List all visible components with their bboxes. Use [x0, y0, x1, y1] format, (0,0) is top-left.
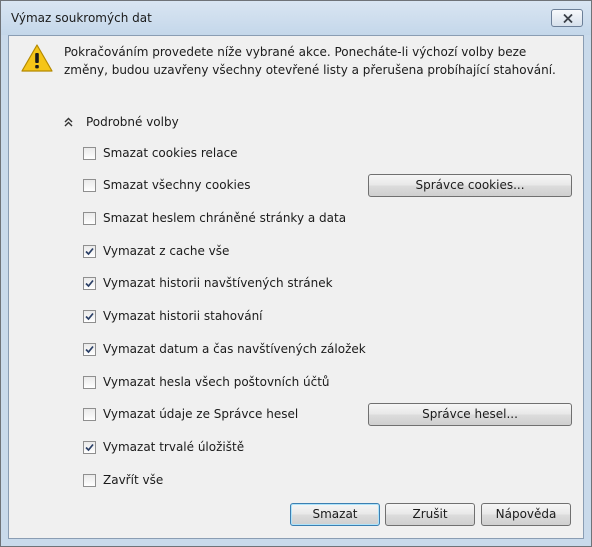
option-label: Vymazat hesla všech poštovních účtů — [103, 375, 330, 389]
option-label: Vymazat trvalé úložiště — [103, 440, 245, 454]
option-row[interactable]: Vymazat historii stahování — [83, 308, 263, 324]
option-row[interactable]: Zavřít vše — [83, 472, 163, 488]
option-checkbox[interactable] — [83, 375, 96, 389]
option-row[interactable]: Smazat všechny cookies — [83, 177, 251, 193]
checkmark-icon — [85, 345, 94, 353]
option-label: Vymazat údaje ze Správce hesel — [103, 407, 299, 421]
option-checkbox[interactable] — [83, 440, 96, 454]
help-button[interactable]: Nápověda — [481, 503, 571, 526]
password-manager-button[interactable]: Správce hesel... — [368, 403, 572, 426]
option-label: Smazat heslem chráněné stránky a data — [103, 211, 347, 225]
option-checkbox[interactable] — [83, 342, 96, 356]
checkmark-icon — [85, 279, 94, 287]
details-toggle[interactable]: Podrobné volby — [64, 115, 179, 129]
close-icon — [563, 14, 573, 23]
checkmark-icon — [85, 312, 94, 320]
dialog-window: Výmaz soukromých dat Pokračováním proved… — [0, 0, 592, 547]
option-row[interactable]: Vymazat historii navštívených stránek — [83, 275, 333, 291]
warning-icon — [21, 44, 53, 72]
option-label: Vymazat historii stahování — [103, 309, 263, 323]
title-bar[interactable]: Výmaz soukromých dat — [1, 1, 591, 35]
option-checkbox[interactable] — [83, 244, 96, 258]
option-row[interactable]: Vymazat údaje ze Správce hesel — [83, 406, 298, 422]
option-checkbox[interactable] — [83, 146, 96, 160]
option-label: Smazat všechny cookies — [103, 178, 251, 192]
checkmark-icon — [85, 443, 94, 451]
option-label: Zavřít vše — [103, 473, 164, 487]
option-row[interactable]: Vymazat datum a čas navštívených záložek — [83, 341, 366, 357]
option-checkbox[interactable] — [83, 276, 96, 290]
option-row[interactable]: Vymazat trvalé úložiště — [83, 439, 244, 455]
window-title: Výmaz soukromých dat — [11, 11, 152, 25]
details-label: Podrobné volby — [86, 115, 179, 129]
option-row[interactable]: Smazat cookies relace — [83, 145, 238, 161]
option-label: Vymazat historii navštívených stránek — [103, 276, 333, 290]
option-row[interactable]: Vymazat hesla všech poštovních účtů — [83, 374, 330, 390]
option-checkbox[interactable] — [83, 309, 96, 323]
option-checkbox[interactable] — [83, 473, 96, 487]
chevron-double-up-icon — [64, 117, 73, 127]
option-row[interactable]: Smazat heslem chráněné stránky a data — [83, 210, 346, 226]
delete-button[interactable]: Smazat — [290, 503, 380, 526]
dialog-content: Pokračováním provedete níže vybrané akce… — [8, 35, 584, 539]
option-label: Smazat cookies relace — [103, 146, 238, 160]
option-checkbox[interactable] — [83, 178, 96, 192]
intro-text: Pokračováním provedete níže vybrané akce… — [64, 45, 556, 77]
cancel-button[interactable]: Zrušit — [385, 503, 475, 526]
option-checkbox[interactable] — [83, 211, 96, 225]
option-label: Vymazat datum a čas navštívených záložek — [103, 342, 366, 356]
option-label: Vymazat z cache vše — [103, 244, 230, 258]
option-checkbox[interactable] — [83, 407, 96, 421]
close-button[interactable] — [551, 9, 583, 27]
option-row[interactable]: Vymazat z cache vše — [83, 243, 229, 259]
checkmark-icon — [85, 247, 94, 255]
cookie-manager-button[interactable]: Správce cookies... — [368, 174, 572, 197]
